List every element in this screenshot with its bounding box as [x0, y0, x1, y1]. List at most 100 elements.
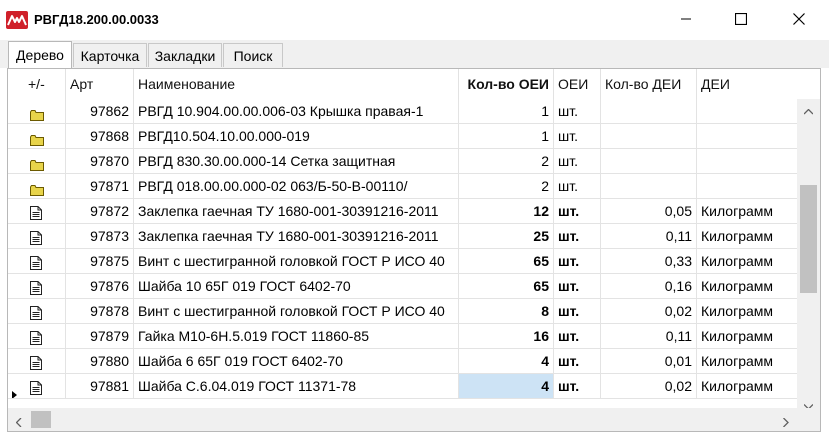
cell-dei[interactable]: Килограмм [697, 249, 797, 273]
table-row[interactable]: 97879 Гайка М10-6Н.5.019 ГОСТ 11860-85 16 ш… [8, 324, 797, 349]
table-row[interactable]: 97873 Заклепка гаечная ТУ 1680-001-303912… [8, 224, 797, 249]
cell-art[interactable]: 97870 [66, 149, 134, 173]
scroll-left-icon[interactable] [15, 415, 22, 430]
cell-oei[interactable]: шт. [554, 174, 601, 198]
column-header-qty-dei[interactable]: Кол-во ДЕИ [601, 69, 697, 99]
table-row[interactable]: 97881 Шайба С.6.04.019 ГОСТ 11371-78 4 шт. 0… [8, 374, 797, 399]
cell-art[interactable]: 97876 [66, 274, 134, 298]
cell-name[interactable]: Винт с шестигранной головкой ГОСТ Р ИСО … [134, 299, 459, 323]
cell-oei[interactable]: шт. [554, 99, 601, 123]
minimize-button[interactable] [664, 0, 708, 40]
cell-art[interactable]: 97875 [66, 249, 134, 273]
cell-name[interactable]: РВГД 018.00.00.000-02 063/Б-50-В-00110/ [134, 174, 459, 198]
cell-qty-oei[interactable]: 65 [459, 249, 554, 273]
tab-bookmarks[interactable]: Закладки [148, 43, 222, 67]
column-header-oei[interactable]: ОЕИ [554, 69, 601, 99]
tree-grid[interactable]: +/- Арт Наименование Кол-во ОЕИ ОЕИ Кол-… [7, 68, 821, 432]
cell-dei[interactable]: Килограмм [697, 274, 797, 298]
tab-search[interactable]: Поиск [223, 43, 283, 67]
cell-oei[interactable]: шт. [554, 249, 601, 273]
cell-art[interactable]: 97868 [66, 124, 134, 148]
cell-oei[interactable]: шт. [554, 374, 601, 398]
cell-expand[interactable] [8, 324, 66, 348]
cell-dei[interactable]: Килограмм [697, 324, 797, 348]
vertical-scroll-thumb[interactable] [800, 185, 817, 293]
cell-oei[interactable]: шт. [554, 299, 601, 323]
cell-qty-oei[interactable]: 4 [459, 349, 554, 373]
cell-name[interactable]: РВГД 10.904.00.00.006-03 Крышка правая-1 [134, 99, 459, 123]
table-row[interactable]: 97868 РВГД10.504.10.00.000-019 1 шт. [8, 124, 797, 149]
cell-qty-oei[interactable]: 1 [459, 124, 554, 148]
table-row[interactable]: 97872 Заклепка гаечная ТУ 1680-001-303912… [8, 199, 797, 224]
cell-art[interactable]: 97871 [66, 174, 134, 198]
cell-qty-oei[interactable]: 65 [459, 274, 554, 298]
cell-qty-dei[interactable] [601, 174, 697, 198]
scroll-right-icon[interactable] [783, 415, 789, 430]
vertical-scrollbar[interactable] [797, 99, 820, 410]
column-header-qty-oei[interactable]: Кол-во ОЕИ [459, 69, 554, 99]
cell-art[interactable]: 97880 [66, 349, 134, 373]
cell-dei[interactable] [697, 99, 797, 123]
cell-name[interactable]: РВГД 830.30.00.000-14 Сетка защитная [134, 149, 459, 173]
cell-qty-oei[interactable]: 2 [459, 174, 554, 198]
cell-qty-dei[interactable]: 0,16 [601, 274, 697, 298]
cell-oei[interactable]: шт. [554, 274, 601, 298]
cell-art[interactable]: 97881 [66, 374, 134, 398]
cell-dei[interactable] [697, 149, 797, 173]
cell-qty-oei[interactable]: 4 [459, 374, 554, 398]
table-row[interactable]: 97862 РВГД 10.904.00.00.006-03 Крышка пра… [8, 99, 797, 124]
cell-oei[interactable]: шт. [554, 349, 601, 373]
cell-expand[interactable] [8, 249, 66, 273]
cell-oei[interactable]: шт. [554, 149, 601, 173]
cell-qty-oei[interactable]: 25 [459, 224, 554, 248]
table-row[interactable]: 97880 Шайба 6 65Г 019 ГОСТ 6402-70 4 шт. 0,0… [8, 349, 797, 374]
cell-expand[interactable] [8, 199, 66, 223]
cell-art[interactable]: 97879 [66, 324, 134, 348]
cell-name[interactable]: Шайба 6 65Г 019 ГОСТ 6402-70 [134, 349, 459, 373]
cell-expand[interactable] [8, 99, 66, 123]
cell-name[interactable]: Гайка М10-6Н.5.019 ГОСТ 11860-85 [134, 324, 459, 348]
cell-art[interactable]: 97872 [66, 199, 134, 223]
cell-expand[interactable] [8, 374, 66, 398]
cell-oei[interactable]: шт. [554, 224, 601, 248]
cell-expand[interactable] [8, 349, 66, 373]
cell-qty-dei[interactable]: 0,02 [601, 299, 697, 323]
cell-oei[interactable]: шт. [554, 124, 601, 148]
cell-dei[interactable]: Килограмм [697, 224, 797, 248]
cell-qty-oei[interactable]: 12 [459, 199, 554, 223]
column-header-expand[interactable]: +/- [8, 69, 66, 99]
cell-dei[interactable]: Килограмм [697, 349, 797, 373]
cell-qty-dei[interactable]: 0,05 [601, 199, 697, 223]
column-header-art[interactable]: Арт [66, 69, 134, 99]
cell-dei[interactable]: Килограмм [697, 299, 797, 323]
cell-expand[interactable] [8, 224, 66, 248]
horizontal-scrollbar[interactable] [8, 408, 797, 431]
cell-qty-dei[interactable]: 0,01 [601, 349, 697, 373]
cell-qty-oei[interactable]: 1 [459, 99, 554, 123]
cell-qty-dei[interactable] [601, 149, 697, 173]
cell-dei[interactable]: Килограмм [697, 374, 797, 398]
cell-qty-dei[interactable]: 0,33 [601, 249, 697, 273]
column-header-dei[interactable]: ДЕИ [697, 69, 797, 99]
cell-name[interactable]: РВГД10.504.10.00.000-019 [134, 124, 459, 148]
cell-name[interactable]: Заклепка гаечная ТУ 1680-001-30391216-20… [134, 224, 459, 248]
table-row[interactable]: 97876 Шайба 10 65Г 019 ГОСТ 6402-70 65 шт. 0… [8, 274, 797, 299]
cell-name[interactable]: Заклепка гаечная ТУ 1680-001-30391216-20… [134, 199, 459, 223]
table-row[interactable]: 97870 РВГД 830.30.00.000-14 Сетка защитна… [8, 149, 797, 174]
cell-qty-dei[interactable] [601, 99, 697, 123]
cell-art[interactable]: 97873 [66, 224, 134, 248]
cell-qty-oei[interactable]: 8 [459, 299, 554, 323]
horizontal-scroll-thumb[interactable] [31, 411, 51, 428]
cell-qty-oei[interactable]: 2 [459, 149, 554, 173]
table-row[interactable]: 97878 Винт с шестигранной головкой ГОСТ Р… [8, 299, 797, 324]
tab-card[interactable]: Карточка [73, 43, 147, 67]
cell-qty-oei[interactable]: 16 [459, 324, 554, 348]
cell-qty-dei[interactable] [601, 124, 697, 148]
cell-name[interactable]: Винт с шестигранной головкой ГОСТ Р ИСО … [134, 249, 459, 273]
cell-qty-dei[interactable]: 0,11 [601, 324, 697, 348]
cell-name[interactable]: Шайба С.6.04.019 ГОСТ 11371-78 [134, 374, 459, 398]
cell-expand[interactable] [8, 299, 66, 323]
table-row[interactable]: 97871 РВГД 018.00.00.000-02 063/Б-50-В-00… [8, 174, 797, 199]
cell-expand[interactable] [8, 124, 66, 148]
cell-name[interactable]: Шайба 10 65Г 019 ГОСТ 6402-70 [134, 274, 459, 298]
